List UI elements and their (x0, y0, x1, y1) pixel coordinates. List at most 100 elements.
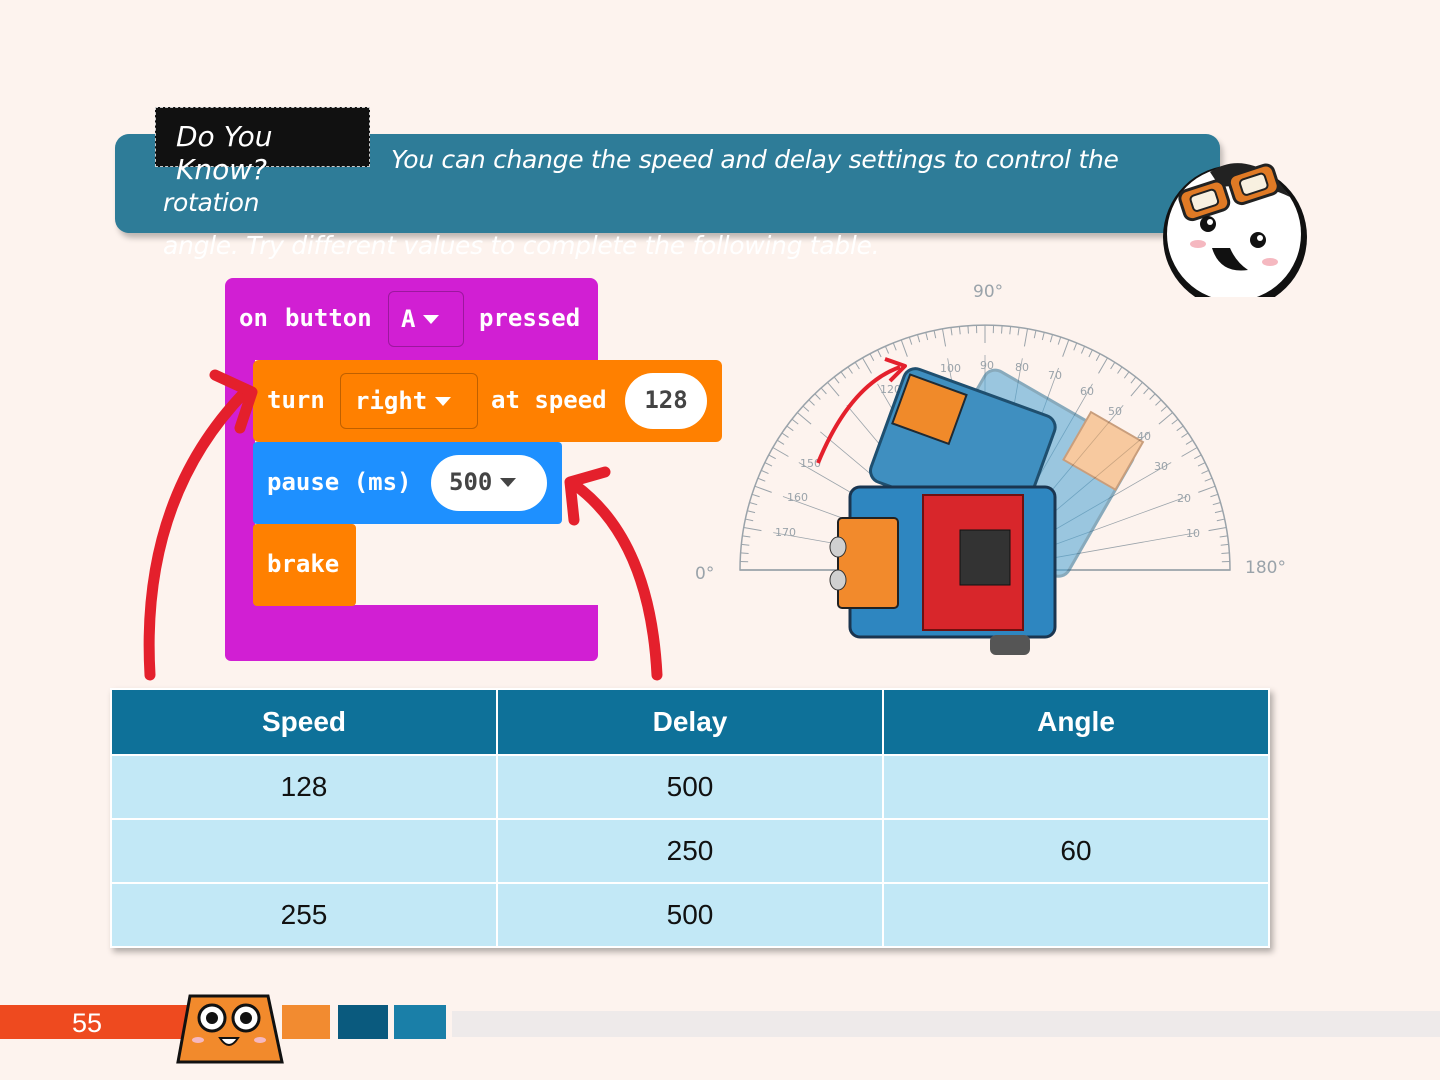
protractor-tick (786, 425, 794, 432)
table-cell: 500 (496, 754, 884, 820)
table-header-row: Speed Delay Angle (110, 688, 1270, 756)
tick-label: 160 (787, 491, 808, 504)
robot-car-icon (829, 485, 1057, 655)
protractor-tick (742, 535, 751, 538)
table-cell (110, 818, 498, 884)
protractor-tick (1220, 543, 1229, 546)
protractor-tick (1130, 381, 1143, 397)
protractor-tick (747, 510, 756, 514)
protractor-tick (884, 345, 890, 354)
protractor-tick (1049, 334, 1054, 343)
protractor-tick (1001, 325, 1003, 334)
protractor-tick (1210, 493, 1219, 498)
tick-label: 50 (1108, 405, 1122, 418)
tick-label: 30 (1154, 460, 1168, 473)
protractor-tick (892, 342, 897, 351)
table-row: 128 500 (110, 754, 1270, 820)
protractor-tick (1221, 552, 1230, 554)
table-cell: 255 (110, 882, 498, 948)
protractor-tick (768, 454, 776, 460)
protractor-tick (1123, 371, 1130, 379)
protractor-tick (1143, 387, 1150, 395)
protractor-tick (764, 462, 773, 467)
tick-label: 70 (1048, 369, 1062, 382)
protractor-tick (1057, 336, 1062, 345)
protractor-tick (749, 501, 758, 506)
protractor-tick (1194, 454, 1202, 460)
table-cell: 500 (496, 882, 884, 948)
protractor-tick (781, 432, 789, 438)
protractor-tick (925, 332, 929, 341)
protractor-tick (1117, 366, 1123, 374)
protractor-tick (740, 552, 749, 554)
protractor-tick (933, 330, 937, 339)
protractor-tick (967, 325, 969, 334)
protractor-tick (760, 469, 769, 475)
table-row: 255 500 (110, 882, 1270, 948)
footer-grey-bar (452, 1011, 1440, 1037)
protractor-tick (796, 412, 812, 425)
robot-mascot-icon (176, 994, 284, 1064)
right-arrow-icon (569, 479, 663, 681)
protractor-tick (802, 405, 810, 412)
table-row: 250 60 (110, 818, 1270, 884)
tick-label: 10 (1186, 527, 1200, 540)
protractor-tick (772, 447, 789, 457)
header-delay: Delay (496, 688, 884, 756)
protractor-tick (814, 393, 821, 400)
protractor-tick (743, 526, 762, 532)
tick-label: 80 (1015, 361, 1029, 374)
protractor-tick (751, 493, 760, 498)
protractor-tick (1185, 439, 1194, 445)
protractor-tick (1171, 418, 1179, 425)
protractor-tick (754, 485, 772, 493)
table-cell (882, 882, 1270, 948)
protractor-tick (808, 399, 815, 406)
protractor-tick (820, 387, 827, 395)
protractor-tick (776, 439, 785, 445)
protractor-tick (741, 543, 750, 546)
protractor-tick (941, 328, 947, 347)
header-speed: Speed (110, 688, 498, 756)
protractor-tick (1219, 535, 1228, 538)
protractor-tick (916, 334, 921, 343)
protractor-tick (1149, 393, 1156, 400)
tick-label: 170 (775, 526, 796, 539)
table-cell: 128 (110, 754, 498, 820)
footer-navy-block (338, 1005, 388, 1039)
protractor-tick (862, 357, 872, 374)
protractor-tick (1197, 462, 1206, 467)
protractor-tick (1073, 342, 1078, 351)
protractor-tick (827, 381, 840, 397)
angle-label-180: 180° (1245, 558, 1286, 578)
protractor-tick (1181, 432, 1189, 438)
table-cell: 250 (496, 818, 884, 884)
table-cell: 60 (882, 818, 1270, 884)
protractor-tick (1080, 345, 1086, 354)
left-arrow-icon (143, 386, 251, 681)
table-cell (882, 754, 1270, 820)
protractor-tick (1216, 518, 1225, 522)
protractor-tick (745, 518, 754, 522)
protractor-tick (1160, 405, 1168, 412)
protractor-tick (950, 327, 953, 336)
protractor-tick (900, 339, 908, 357)
header-angle: Angle (882, 688, 1270, 756)
tick-label: 60 (1080, 385, 1094, 398)
protractor-diagram: 10 20 30 40 50 60 70 80 90 100 110 120 1… (695, 282, 1286, 655)
protractor-tick (877, 349, 882, 358)
protractor-tick (1017, 327, 1020, 336)
protractor-tick (1198, 485, 1216, 493)
protractor-tick (1095, 353, 1101, 361)
protractor-tick (1098, 357, 1108, 374)
tick-label: 20 (1177, 492, 1191, 505)
protractor-tick (1204, 477, 1213, 482)
tick-label: 100 (940, 362, 961, 375)
protractor-tick (847, 366, 853, 374)
protractor-tick (791, 418, 799, 425)
protractor-tick (1041, 332, 1045, 341)
protractor-tick (1088, 349, 1093, 358)
protractor-tick (1212, 501, 1221, 506)
protractor-tick (1062, 339, 1070, 357)
protractor-tick (1009, 326, 1012, 335)
